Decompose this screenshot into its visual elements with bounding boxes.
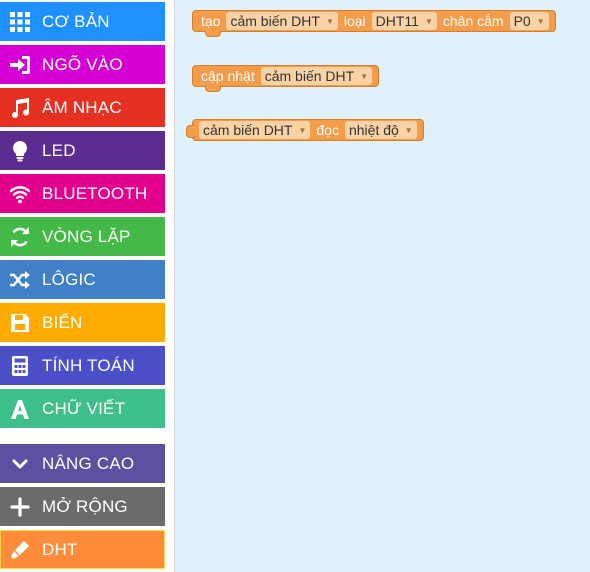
category-am-nhac[interactable]: ÂM NHẠC — [0, 88, 165, 127]
dropdown-value: P0 — [513, 13, 531, 29]
text-a-icon — [9, 398, 31, 420]
category-label: BLUETOOTH — [42, 183, 148, 203]
category-bien[interactable]: BIẾN — [0, 303, 165, 342]
category-led[interactable]: LED — [0, 131, 165, 170]
caret-down-icon: ▼ — [424, 16, 433, 26]
category-label: CHỮ VIẾT — [42, 398, 126, 418]
chevron-down-icon — [9, 453, 31, 475]
category-bluetooth[interactable]: BLUETOOTH — [0, 174, 165, 213]
block-text-tao: tạo — [201, 13, 221, 29]
category-label: ÂM NHẠC — [42, 97, 122, 117]
update-dht-block[interactable]: cập nhật cảm biến DHT ▼ — [192, 65, 380, 92]
dropdown-value: cảm biến DHT — [230, 13, 320, 29]
refresh-icon — [9, 226, 31, 248]
category-dht[interactable]: DHT — [0, 530, 165, 569]
block-notch — [205, 86, 221, 92]
blocks-workspace[interactable]: tạo cảm biến DHT ▼ loại DHT11 ▼ chân cắm P… — [175, 0, 590, 572]
pin-dropdown[interactable]: P0 ▼ — [509, 12, 549, 30]
category-label: CƠ BẢN — [42, 11, 110, 31]
category-mo-rong[interactable]: MỞ RỘNG — [0, 487, 165, 526]
output-connector — [186, 125, 195, 138]
category-label: BIẾN — [42, 312, 83, 332]
dropdown-value: cảm biến DHT — [264, 68, 355, 84]
block-text-cap-nhat: cập nhật — [201, 68, 255, 84]
block-text-chan-cam: chân cắm — [442, 13, 504, 29]
pen-icon — [9, 539, 31, 561]
category-vong-lap[interactable]: VÒNG LẶP — [0, 217, 165, 256]
sign-in-icon — [9, 54, 31, 76]
toolbox: CƠ BẢN NGÕ VÀO ÂM NHẠC LED BLUETOOTH VÒN… — [0, 0, 175, 572]
caret-down-icon: ▼ — [404, 125, 413, 135]
reading-type-dropdown[interactable]: nhiệt độ ▼ — [344, 121, 417, 139]
caret-down-icon: ▼ — [298, 125, 307, 135]
category-label: VÒNG LẶP — [42, 226, 131, 246]
category-label: NÂNG CAO — [42, 453, 135, 473]
dht-variable-dropdown[interactable]: cảm biến DHT ▼ — [226, 12, 338, 30]
sensor-type-dropdown[interactable]: DHT11 ▼ — [371, 12, 437, 30]
category-label: LÔGIC — [42, 269, 96, 289]
block-text-doc: đọc — [316, 122, 339, 138]
category-label: DHT — [42, 539, 78, 559]
read-dht-block[interactable]: cảm biến DHT ▼ đọc nhiệt độ ▼ — [186, 119, 424, 141]
save-icon — [9, 312, 31, 334]
category-tinh-toan[interactable]: TÍNH TOÁN — [0, 346, 165, 385]
category-label: NGÕ VÀO — [42, 54, 123, 74]
music-note-icon — [9, 97, 31, 119]
category-label: LED — [42, 140, 76, 160]
shuffle-icon — [9, 269, 31, 291]
category-chu-viet[interactable]: CHỮ VIẾT — [0, 389, 165, 428]
plus-icon — [9, 496, 31, 518]
category-nang-cao[interactable]: NÂNG CAO — [0, 444, 165, 483]
block-notch — [205, 31, 221, 37]
dropdown-value: cảm biến DHT — [203, 122, 293, 138]
category-co-ban[interactable]: CƠ BẢN — [0, 2, 165, 41]
dht-variable-dropdown[interactable]: cảm biến DHT ▼ — [199, 121, 311, 139]
caret-down-icon: ▼ — [360, 71, 369, 81]
create-dht-block[interactable]: tạo cảm biến DHT ▼ loại DHT11 ▼ chân cắm P… — [192, 10, 556, 37]
block-text-loai: loại — [343, 13, 366, 29]
category-label: TÍNH TOÁN — [42, 355, 135, 375]
dropdown-value: nhiệt độ — [348, 122, 399, 138]
calculator-icon — [9, 355, 31, 377]
grid-icon — [9, 11, 31, 33]
category-label: MỞ RỘNG — [42, 496, 128, 516]
wifi-icon — [9, 183, 31, 205]
caret-down-icon: ▼ — [536, 16, 545, 26]
category-logic[interactable]: LÔGIC — [0, 260, 165, 299]
category-ngo-vao[interactable]: NGÕ VÀO — [0, 45, 165, 84]
dropdown-value: DHT11 — [375, 13, 419, 29]
lightbulb-icon — [9, 140, 31, 162]
caret-down-icon: ▼ — [325, 16, 334, 26]
dht-variable-dropdown[interactable]: cảm biến DHT ▼ — [260, 67, 373, 85]
